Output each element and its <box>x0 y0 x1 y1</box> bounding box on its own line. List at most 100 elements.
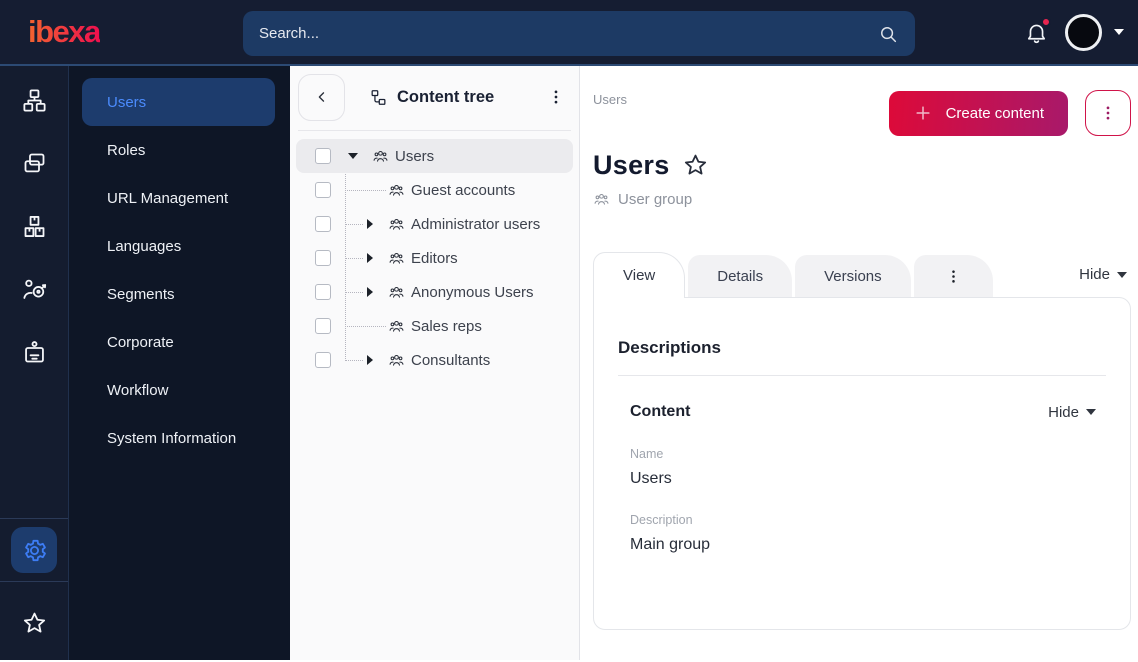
main-menu-rail <box>0 66 69 660</box>
tree-connector <box>345 291 363 293</box>
notifications-bell-icon[interactable] <box>1024 16 1051 45</box>
tree-header-divider <box>298 130 571 131</box>
sidebar-item-label: Workflow <box>107 381 169 399</box>
search-icon[interactable] <box>877 23 899 45</box>
topbar-right <box>1024 13 1124 51</box>
rail-item-product-catalog[interactable] <box>13 205 55 247</box>
rail-item-customers[interactable] <box>13 268 55 310</box>
content-type-label: User group <box>618 191 693 208</box>
sidebar-item-workflow[interactable]: Workflow <box>82 366 275 414</box>
sidebar-item-label: Roles <box>107 141 146 159</box>
expander-icon[interactable] <box>365 218 375 230</box>
rail-item-admin-settings[interactable] <box>11 527 57 573</box>
tree-connector <box>345 325 386 327</box>
tab-label: Details <box>717 267 764 285</box>
tab-details[interactable]: Details <box>688 255 793 297</box>
user-avatar[interactable] <box>1065 13 1102 51</box>
rail-item-content-structure[interactable] <box>13 79 55 121</box>
ellipsis-icon <box>547 88 565 106</box>
tree-item-label: Consultants <box>411 351 491 369</box>
tree-item-anonymous-users[interactable]: Anonymous Users <box>296 275 573 309</box>
content-tree-panel: Content tree Users Guest accounts Admini… <box>290 66 580 660</box>
content-hide-toggle[interactable]: Hide <box>1048 404 1096 421</box>
ibexa-logo[interactable]: ibexa <box>28 14 101 50</box>
global-search-input[interactable] <box>259 25 877 42</box>
tree-item-checkbox[interactable] <box>315 352 331 368</box>
collapse-tree-button[interactable] <box>298 73 345 121</box>
section-divider <box>618 375 1106 376</box>
sidebar-item-segments[interactable]: Segments <box>82 270 275 318</box>
tree-item-checkbox[interactable] <box>315 318 331 334</box>
sidebar-item-system-information[interactable]: System Information <box>82 414 275 462</box>
tree-connector <box>345 189 386 191</box>
content-tree-icon <box>369 88 388 107</box>
field-label: Name <box>630 447 664 461</box>
tree-item-consultants[interactable]: Consultants <box>296 343 573 377</box>
tree-item-guest-accounts[interactable]: Guest accounts <box>296 173 573 207</box>
tree-item-editors[interactable]: Editors <box>296 241 573 275</box>
tree-item-users[interactable]: Users <box>296 139 573 173</box>
boxes-icon <box>21 213 48 240</box>
caret-down-icon <box>1117 271 1127 278</box>
star-icon <box>21 610 48 637</box>
expander-icon[interactable] <box>365 286 375 298</box>
sidebar-item-label: Languages <box>107 237 182 255</box>
tab-versions[interactable]: Versions <box>795 255 911 297</box>
hide-toggle[interactable]: Hide <box>1079 266 1127 283</box>
tab-more[interactable] <box>913 255 993 297</box>
breadcrumb[interactable]: Users <box>593 92 627 107</box>
avatar-caret-icon[interactable] <box>1114 29 1124 35</box>
sidebar-item-label: Users <box>107 93 147 111</box>
pages-icon <box>21 150 48 177</box>
gear-icon <box>21 537 48 564</box>
field-label: Description <box>630 513 693 527</box>
sidebar-item-languages[interactable]: Languages <box>82 222 275 270</box>
expander-icon[interactable] <box>365 252 375 264</box>
sidebar-item-roles[interactable]: Roles <box>82 126 275 174</box>
topbar: ibexa <box>0 0 1138 66</box>
hide-label: Hide <box>1048 403 1079 421</box>
create-content-label: Create content <box>945 104 1044 122</box>
content-group-heading: Content <box>630 403 691 420</box>
content-type-row: User group <box>593 191 1131 208</box>
admin-sidebar: Users Roles URL Management Languages Seg… <box>69 66 290 660</box>
tree-item-label: Anonymous Users <box>411 283 534 301</box>
bookmark-star-icon[interactable] <box>682 152 709 179</box>
customer-target-icon <box>21 276 48 303</box>
main-header: Users Create content <box>593 90 1131 136</box>
tree-item-checkbox[interactable] <box>315 284 331 300</box>
main-content: Users Create content Users User group Vi… <box>580 66 1138 660</box>
tree-item-label: Guest accounts <box>411 181 516 199</box>
sidebar-item-url-management[interactable]: URL Management <box>82 174 275 222</box>
sidebar-item-label: Segments <box>107 285 175 303</box>
content-tree-header: Content tree <box>290 73 579 121</box>
header-actions: Create content <box>888 90 1131 136</box>
rail-item-corporate[interactable] <box>13 331 55 373</box>
tree-item-checkbox[interactable] <box>315 182 331 198</box>
sidebar-item-label: Corporate <box>107 333 174 351</box>
tab-view[interactable]: View <box>593 252 686 298</box>
more-options-button[interactable] <box>1085 90 1131 136</box>
ellipsis-icon <box>1099 104 1117 122</box>
tree-item-checkbox[interactable] <box>315 216 331 232</box>
expander-icon[interactable] <box>348 150 358 162</box>
tree-item-checkbox[interactable] <box>315 148 331 164</box>
rail-item-bookmarks[interactable] <box>13 602 55 644</box>
sidebar-item-label: System Information <box>107 429 237 447</box>
tab-label: Versions <box>824 267 882 285</box>
create-content-button[interactable]: Create content <box>888 90 1068 136</box>
global-search[interactable] <box>243 11 915 56</box>
tabs-row: View Details Versions Hide <box>593 252 1131 298</box>
sidebar-item-users[interactable]: Users <box>82 78 275 126</box>
tree-options-button[interactable] <box>547 88 565 106</box>
content-group-header: Content Hide <box>618 403 1106 421</box>
tree-item-label: Administrator users <box>411 215 541 233</box>
expander-icon[interactable] <box>365 354 375 366</box>
tree-item-checkbox[interactable] <box>315 250 331 266</box>
tree-connector <box>345 223 363 225</box>
sidebar-item-corporate[interactable]: Corporate <box>82 318 275 366</box>
tree-item-administrator-users[interactable]: Administrator users <box>296 207 573 241</box>
badge-icon <box>21 339 48 366</box>
tree-item-sales-reps[interactable]: Sales reps <box>296 309 573 343</box>
rail-item-pages[interactable] <box>13 142 55 184</box>
